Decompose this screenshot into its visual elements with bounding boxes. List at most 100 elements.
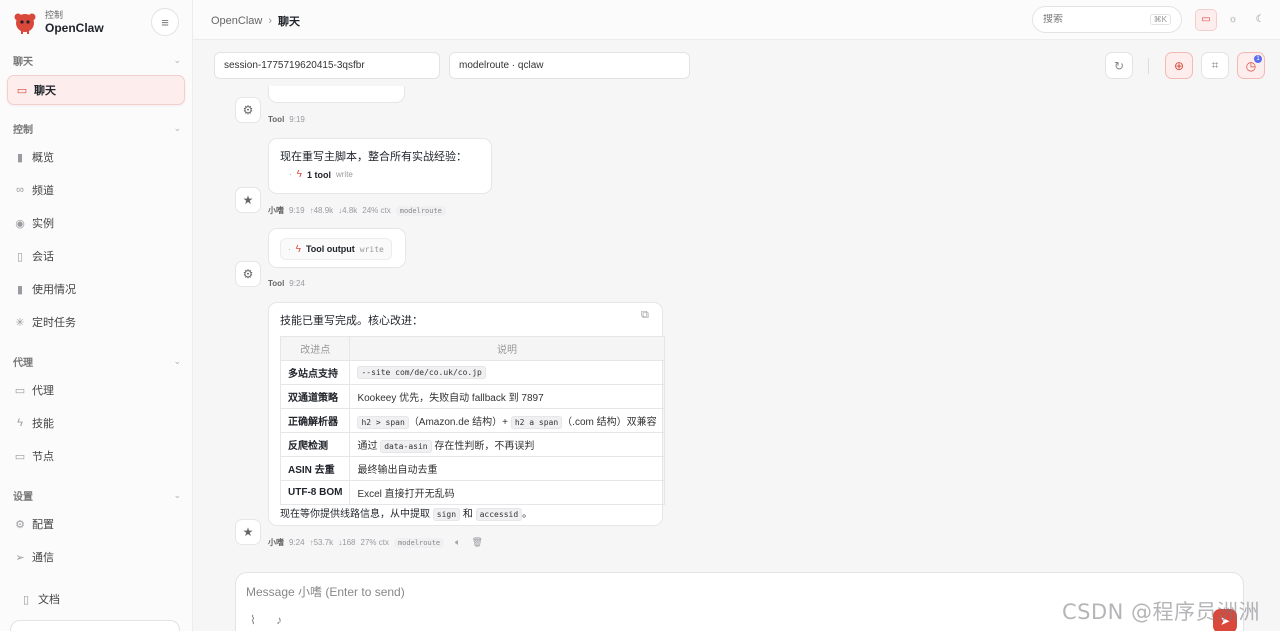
sidebar-item-usage[interactable]: ▮ 使用情况: [14, 278, 76, 300]
table-row: 双通道策略 Kookeey 优先，失败自动 fallback 到 7897: [279, 384, 665, 409]
focus-button[interactable]: ⌗: [1201, 52, 1229, 79]
message-meta: Tool 9:24: [268, 279, 305, 288]
copy-icon[interactable]: ⧉: [641, 309, 649, 322]
sidebar-item-agents[interactable]: ▭ 代理: [14, 379, 54, 401]
lightning-icon: ϟ: [17, 417, 23, 429]
group-control[interactable]: 控制 ⌄: [13, 121, 181, 136]
improvements-table: 改进点 说明 多站点支持 --site com/de/co.uk/co.jp 双…: [279, 336, 665, 505]
tokens-out: ↓4.8k: [338, 206, 358, 215]
table-header: 说明: [349, 336, 665, 361]
sidebar-item-sessions[interactable]: ▯ 会话: [14, 245, 54, 267]
top-bar: OpenClaw › 聊天 ⌘K ▭ ☼ ☾: [193, 0, 1280, 40]
chevron-down-icon: ⌄: [173, 356, 181, 366]
table-cell: 双通道策略: [279, 384, 351, 409]
search-box[interactable]: ⌘K: [1032, 6, 1182, 33]
sidebar-item-overview[interactable]: ▮ 概览: [14, 146, 54, 168]
group-chat-label: 聊天: [13, 57, 33, 68]
brain-toggle-button[interactable]: ⊕: [1165, 52, 1193, 79]
refresh-button[interactable]: ↻: [1105, 52, 1133, 79]
star-icon: ★: [242, 193, 254, 207]
group-settings-label: 设置: [13, 492, 33, 503]
inline-code: h2 > span: [357, 416, 409, 429]
sidebar-item-docs[interactable]: ▯ 文档: [20, 588, 60, 610]
tool-avatar: ⚙: [235, 97, 261, 123]
table-cell: 通过 data-asin 存在性判断，不再误判: [349, 432, 665, 457]
cell-text: 存在性判断，不再误判: [434, 441, 535, 452]
trash-icon[interactable]: 🗑︎: [472, 537, 483, 548]
sidebar-footer-control[interactable]: [10, 620, 180, 631]
moon-icon[interactable]: ☾: [1249, 9, 1271, 31]
group-chat[interactable]: 聊天 ⌄: [13, 53, 181, 68]
table-cell: 正确解析器: [279, 408, 351, 433]
tokens-out: ↓168: [338, 538, 356, 547]
sidebar-item-label: 代理: [32, 385, 54, 397]
paperclip-icon[interactable]: ⌇: [250, 613, 256, 627]
session-id: session-1775719620415-3qsfbr: [224, 60, 365, 71]
search-shortcut: ⌘K: [1149, 14, 1171, 25]
speaker-icon[interactable]: 🔈︎: [455, 537, 460, 548]
breadcrumb-root[interactable]: OpenClaw: [211, 15, 262, 27]
microphone-icon[interactable]: ♪: [276, 613, 282, 627]
outro-text: 。: [522, 509, 533, 520]
bar-chart-icon: ▮: [16, 283, 24, 296]
watermark: CSDN @程序员洲洲: [1062, 600, 1261, 624]
theme-switcher: ▭ ☼ ☾: [1195, 7, 1271, 32]
brand[interactable]: 控制 OpenClaw: [12, 8, 104, 36]
tool-call-row[interactable]: · ϟ 1 tool write: [289, 169, 353, 180]
sidebar-item-comms[interactable]: ➢ 通信: [14, 546, 54, 568]
openclaw-logo-icon: [12, 9, 38, 35]
star-icon: ★: [242, 525, 254, 539]
sidebar-item-channels[interactable]: ∞ 频道: [14, 179, 54, 201]
message-input[interactable]: [246, 583, 1146, 605]
sun-icon[interactable]: ☼: [1222, 9, 1244, 31]
message-author: 小嗜: [268, 538, 284, 547]
message-text: 技能已重写完成。核心改进：: [280, 315, 423, 327]
message-meta: 小嗜 9:19 ↑48.9k ↓4.8k 24% ctx modelroute: [268, 205, 446, 216]
assistant-avatar: ★: [235, 187, 261, 213]
sidebar-item-instances[interactable]: ◉ 实例: [14, 212, 54, 234]
table-row: 正确解析器 h2 > span （Amazon.de 结构）+ h2 a span…: [279, 408, 665, 433]
lightning-icon: ϟ: [295, 243, 301, 255]
tool-name: write: [359, 244, 384, 254]
bullet-icon: ·: [288, 244, 291, 254]
group-agent[interactable]: 代理 ⌄: [13, 354, 181, 369]
sidebar-item-config[interactable]: ⚙ 配置: [14, 513, 54, 535]
chat-bubble-icon: ▭: [16, 84, 28, 97]
tool-output-message: · ϟ Tool output write: [268, 228, 406, 268]
sidebar-item-label: 聊天: [34, 85, 56, 97]
session-selector[interactable]: session-1775719620415-3qsfbr: [214, 52, 440, 79]
table-row: ASIN 去重 最终输出自动去重: [279, 456, 665, 481]
message-meta: 小嗜 9:24 ↑53.7k ↓168 27% ctx modelroute 🔈…: [268, 537, 483, 548]
brand-subtitle: 控制: [45, 9, 64, 20]
message-text: 现在重写主脚本，整合所有实战经验：: [280, 151, 467, 163]
tool-output-card[interactable]: · ϟ Tool output write: [280, 238, 392, 260]
chevron-down-icon: ⌄: [173, 490, 181, 500]
folder-icon: ▭: [14, 384, 26, 397]
refresh-icon: ↻: [1113, 58, 1125, 73]
hamburger-icon: ≡: [161, 14, 169, 30]
context-usage: 24% ctx: [362, 206, 391, 215]
table-cell: 最终输出自动去重: [349, 456, 665, 481]
sidebar-item-cron[interactable]: ✳ 定时任务: [14, 311, 76, 333]
loader-icon: ✳: [15, 316, 25, 329]
group-settings[interactable]: 设置 ⌄: [13, 488, 181, 503]
sidebar-item-label: 技能: [32, 418, 54, 430]
message-author: Tool: [268, 115, 285, 124]
breadcrumb-current: 聊天: [278, 16, 301, 28]
cell-text: （.com 结构）双兼容: [562, 417, 657, 428]
bullet-icon: ·: [289, 170, 292, 179]
tool-output-label: Tool output: [305, 244, 355, 254]
sidebar: 控制 OpenClaw ≡ 聊天 ⌄ ▭ 聊天 控制 ⌄ ▮ 概览 ∞ 频道 ◉…: [0, 0, 193, 631]
sidebar-item-skills[interactable]: ϟ 技能: [14, 412, 54, 434]
assistant-message: 技能已重写完成。核心改进： ⧉ 改进点 说明 多站点支持 --site com/…: [268, 302, 665, 526]
model-chip: modelroute: [393, 537, 445, 548]
search-input[interactable]: [1043, 14, 1133, 25]
menu-toggle-button[interactable]: ≡: [151, 8, 179, 36]
sidebar-item-chat[interactable]: ▭ 聊天: [7, 75, 185, 105]
sidebar-item-label: 通信: [32, 552, 54, 564]
model-selector[interactable]: modelroute · qclaw: [449, 52, 690, 79]
sidebar-item-label: 会话: [32, 251, 54, 263]
monitor-icon[interactable]: ▭: [1195, 8, 1217, 31]
sidebar-item-nodes[interactable]: ▭ 节点: [14, 445, 54, 467]
history-button[interactable]: ◷ 1: [1237, 52, 1265, 79]
